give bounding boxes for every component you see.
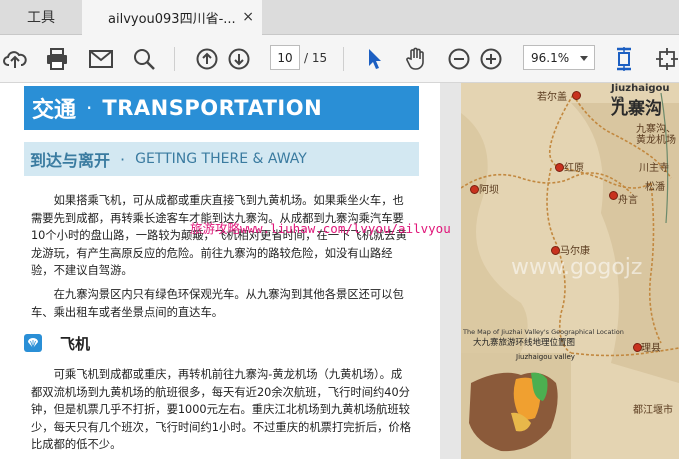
search-icon[interactable] (131, 35, 157, 82)
paragraph-flight: 可乘飞机到成都或重庆，再转机前往九寨沟-黄龙机场（九黄机场）。成都双流机场到九黄… (31, 368, 411, 451)
upload-icon[interactable] (2, 35, 28, 82)
map-label-ruoergai: 若尔盖 (537, 92, 567, 103)
zoom-in-icon[interactable] (479, 35, 503, 82)
chevron-down-icon (580, 56, 588, 61)
shell-icon (24, 334, 42, 352)
map-marker (470, 185, 479, 194)
heading-cn: 交通 (32, 98, 77, 123)
tab-bar: 工具 ailvyou093四川省-... × (0, 0, 679, 35)
toolbar-divider (174, 47, 175, 71)
section-heading: 交通 · TRANSPORTATION (24, 86, 419, 130)
map-label-songpan: 松潘 (645, 182, 665, 193)
toolbar-divider (343, 47, 344, 71)
map-label-hongyuan: 红原 (564, 163, 584, 174)
page-up-icon[interactable] (194, 35, 220, 82)
tab-tools[interactable]: 工具 (0, 0, 82, 34)
page-total: / 15 (304, 50, 328, 65)
heading-en: TRANSPORTATION (102, 96, 323, 120)
map-marker (572, 91, 581, 100)
map-marker (551, 246, 560, 255)
inset-map-title-cn: 大九寨旅游环线地理位置图 (473, 338, 576, 348)
paragraph-transit: 在九寨沟景区内只有绿色环保观光车。从九寨沟到其他各景区还可以包车、乘出租车或者坐… (31, 288, 404, 319)
tab-document-title: ailvyou093四川省-... (108, 12, 236, 27)
heading-separator: · (86, 96, 93, 120)
full-screen-icon[interactable] (655, 35, 679, 82)
map-marker (555, 163, 564, 172)
tab-tools-label: 工具 (27, 10, 55, 26)
section-title-flight: 飞机 (24, 332, 90, 354)
flight-title: 飞机 (60, 334, 91, 353)
document-viewport[interactable]: 交通 · TRANSPORTATION 到达与离开 · GETTING THER… (0, 83, 679, 459)
inset-map-valley-label: Jiuzhaigou valley (516, 353, 575, 361)
map-label-aba: 阿坝 (479, 185, 499, 196)
map-label-dujiangyan: 都江堰市 (633, 405, 673, 416)
map-label-zhouyan: 舟言 (618, 195, 638, 206)
zoom-select[interactable]: 96.1% (523, 45, 595, 70)
map-watermark: www.gogojz (511, 255, 643, 280)
map-label-chuanzhusi: 川主寺 (639, 163, 669, 174)
map-label-lixian: 理县 (641, 343, 661, 354)
zoom-value: 96.1% (531, 50, 570, 65)
hand-tool-icon[interactable] (403, 35, 429, 82)
mail-icon[interactable] (88, 35, 114, 82)
map-marker (609, 191, 618, 200)
map-title-cn: 九寨沟 (611, 99, 662, 119)
zoom-out-icon[interactable] (447, 35, 471, 82)
fit-page-icon[interactable] (611, 35, 637, 82)
toolbar: 10 / 15 96.1% (0, 35, 679, 83)
select-cursor-icon[interactable] (364, 35, 386, 82)
watermark-text: 旅游攻略www.liuhaw.com/lvyou/ailvyou (190, 221, 451, 236)
page-down-icon[interactable] (226, 35, 252, 82)
pdf-page-left: 交通 · TRANSPORTATION 到达与离开 · GETTING THER… (0, 83, 451, 459)
print-icon[interactable] (44, 35, 70, 82)
page-number-input[interactable]: 10 (270, 45, 300, 70)
pdf-page-map: Jiuzhaigou va 九寨沟 www.gogojz 若尔盖 九寨沟、 黄龙… (461, 83, 679, 459)
inset-map-title-en: The Map of Jiuzhai Valley's Geographical… (463, 328, 624, 336)
map-label-huanglong-airport: 黄龙机场 (636, 135, 676, 146)
subheading-separator: · (120, 149, 126, 169)
map-label-maerkang: 马尔康 (560, 246, 590, 257)
close-icon[interactable]: × (242, 9, 254, 25)
subheading-cn: 到达与离开 (30, 151, 111, 170)
tab-document[interactable]: ailvyou093四川省-... × (82, 0, 262, 35)
subsection-heading: 到达与离开 · GETTING THERE & AWAY (24, 142, 419, 176)
subheading-en: GETTING THERE & AWAY (135, 151, 307, 167)
